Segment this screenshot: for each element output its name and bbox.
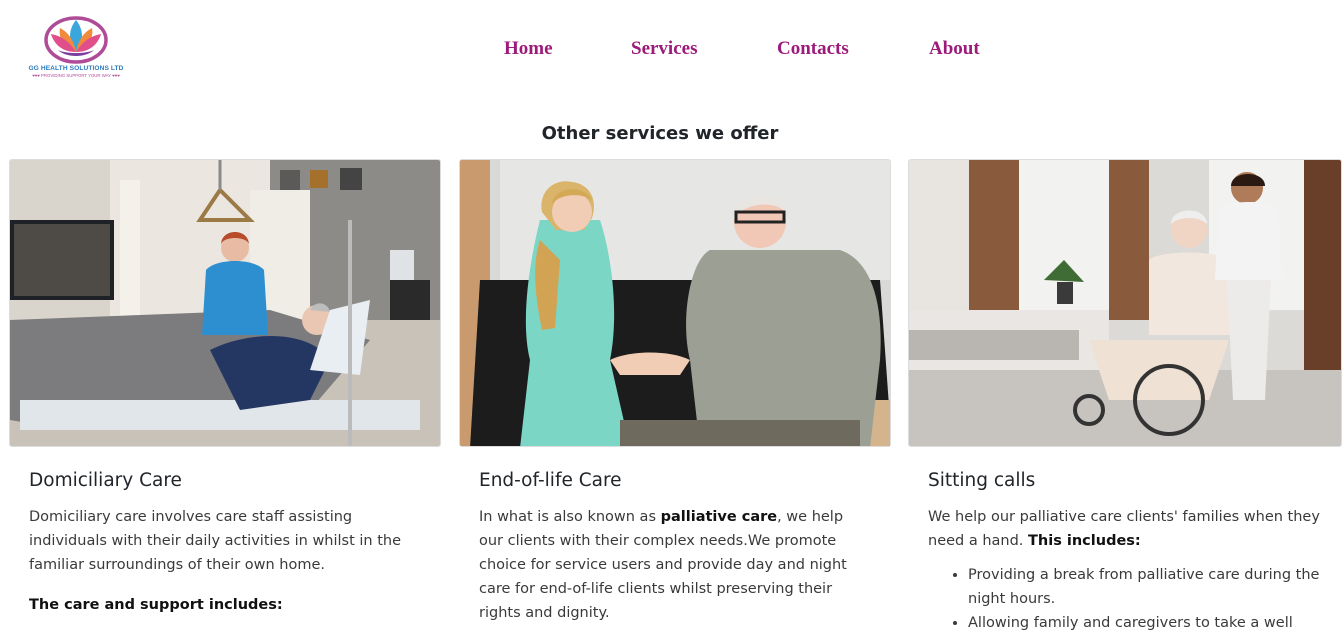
card-description: In what is also known as palliative care… bbox=[479, 509, 847, 622]
card-title: End-of-life Care bbox=[479, 470, 622, 491]
list-item: Allowing family and caregivers to take a… bbox=[968, 611, 1322, 635]
nurse-pushing-wheelchair-photo bbox=[908, 159, 1342, 447]
service-card-end-of-life: End-of-life Care In what is also known a… bbox=[459, 159, 891, 625]
card-description-bold: palliative care bbox=[660, 509, 778, 526]
card-description-bold: This includes: bbox=[1028, 533, 1141, 550]
nav-contacts[interactable]: Contacts bbox=[777, 38, 849, 60]
brand-tagline: ♥♥♥ PROVIDING SUPPORT YOUR WAY ♥♥♥ bbox=[32, 73, 120, 78]
nurse-holding-elderly-man-hands-photo bbox=[459, 159, 891, 447]
nav-home[interactable]: Home bbox=[504, 38, 553, 60]
brand-logo[interactable]: GG HEALTH SOLUTIONS LTD ♥♥♥ PROVIDING SU… bbox=[18, 14, 134, 80]
card-title: Domiciliary Care bbox=[29, 470, 182, 491]
brand-name: GG HEALTH SOLUTIONS LTD bbox=[28, 65, 124, 72]
service-card-sitting-calls: Sitting calls We help our palliative car… bbox=[908, 159, 1342, 635]
section-title: Other services we offer bbox=[541, 122, 779, 144]
lotus-logo-icon bbox=[44, 16, 108, 64]
service-card-domiciliary: Domiciliary Care Domiciliary care involv… bbox=[9, 159, 441, 613]
card-subheading: The care and support includes: bbox=[29, 597, 283, 614]
includes-list: Providing a break from palliative care d… bbox=[928, 563, 1322, 635]
nurse-with-patient-in-bed-photo bbox=[9, 159, 441, 447]
nav-services[interactable]: Services bbox=[631, 38, 697, 60]
card-description: We help our palliative care clients' fam… bbox=[928, 509, 1320, 550]
card-description: Domiciliary care involves care staff ass… bbox=[29, 509, 402, 574]
nav-about[interactable]: About bbox=[929, 38, 980, 60]
card-title: Sitting calls bbox=[928, 470, 1036, 491]
list-item: Providing a break from palliative care d… bbox=[968, 563, 1322, 611]
